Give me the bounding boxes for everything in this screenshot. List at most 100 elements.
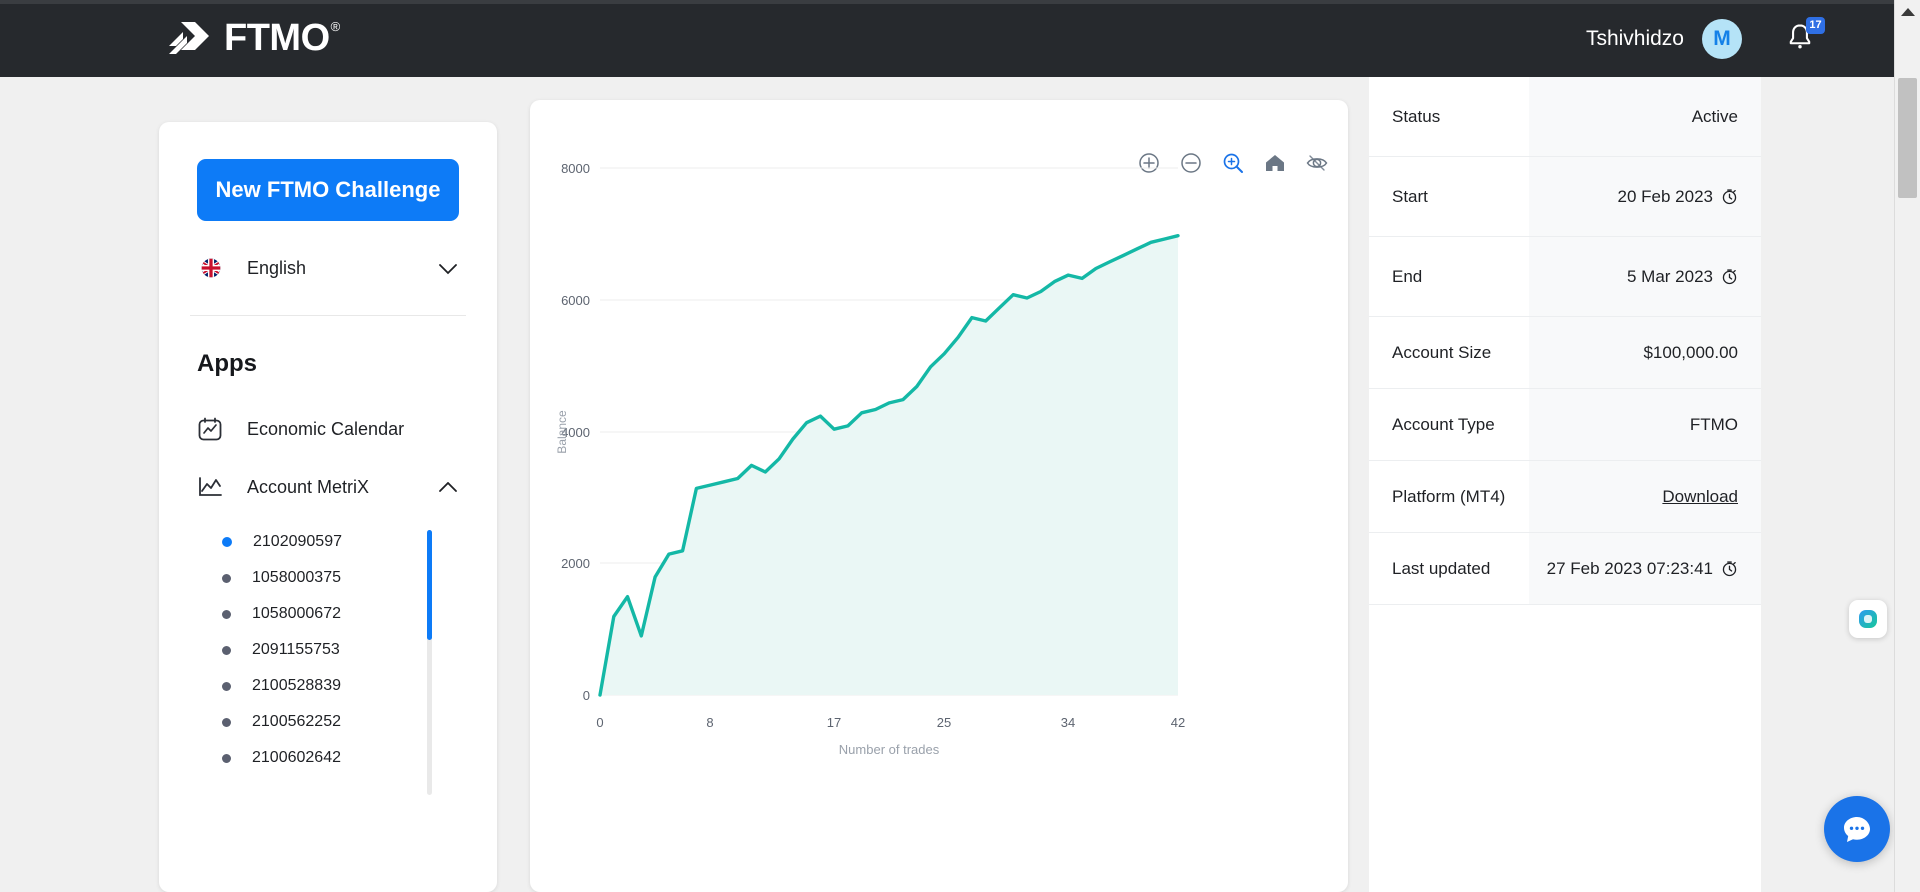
chart-x-axis-label: Number of trades xyxy=(839,742,940,757)
scrollbar-thumb[interactable] xyxy=(1898,78,1917,198)
balance-chart[interactable]: 8000 6000 4000 2000 0 Balance 0 8 17 25 … xyxy=(530,100,1348,892)
list-item[interactable]: 2102090597 xyxy=(159,524,497,560)
account-number: 2100562252 xyxy=(252,713,341,730)
x-tick-42: 42 xyxy=(1171,715,1185,730)
ftmo-logo[interactable]: FTMO ® xyxy=(167,18,340,58)
diamond-ring-icon xyxy=(1859,610,1877,628)
row-value: 27 Feb 2023 07:23:41 xyxy=(1529,533,1761,604)
row-label: Account Size xyxy=(1392,343,1492,362)
ftmo-logo-text: FTMO xyxy=(224,17,330,59)
list-item[interactable]: 2100562252 xyxy=(159,704,497,740)
row-value-text: FTMO xyxy=(1689,415,1738,434)
account-status-dot xyxy=(222,645,231,655)
chat-bubble-icon xyxy=(1844,817,1870,842)
account-status-dot xyxy=(222,537,232,547)
sidebar-item-economic-calendar[interactable]: Economic Calendar xyxy=(197,400,459,458)
y-tick-8000: 8000 xyxy=(561,161,590,176)
sidebar-divider xyxy=(190,315,466,316)
new-ftmo-challenge-button[interactable]: New FTMO Challenge xyxy=(197,159,459,221)
table-row: Status Active xyxy=(1369,77,1761,157)
calendar-chart-icon xyxy=(198,417,222,441)
row-value-text: $100,000.00 xyxy=(1643,343,1738,362)
y-tick-6000: 6000 xyxy=(561,293,590,308)
x-tick-17: 17 xyxy=(827,715,841,730)
row-value-text: 5 Mar 2023 xyxy=(1627,267,1713,286)
account-status-dot xyxy=(222,609,231,619)
account-number: 2091155753 xyxy=(252,641,340,658)
account-info-panel: Status Active Start 20 Feb 2023 End 5 Ma… xyxy=(1369,77,1761,892)
language-selector[interactable]: English xyxy=(197,221,459,315)
chat-support-button[interactable] xyxy=(1824,796,1890,862)
download-link[interactable]: Download xyxy=(1662,483,1738,510)
balance-chart-card: 8000 6000 4000 2000 0 Balance 0 8 17 25 … xyxy=(530,100,1348,892)
chart-area-fill xyxy=(600,235,1178,695)
y-tick-0: 0 xyxy=(583,688,590,703)
uk-flag-icon xyxy=(201,258,221,278)
account-status-dot xyxy=(222,717,231,727)
list-item[interactable]: 1058000672 xyxy=(159,596,497,632)
account-number: 1058000375 xyxy=(252,569,341,586)
chart-x-tick-labels: 0 8 17 25 34 42 xyxy=(596,715,1185,730)
browser-scrollbar[interactable] xyxy=(1894,0,1920,892)
ftmo-logo-mark xyxy=(169,22,209,54)
avatar[interactable]: M xyxy=(1702,18,1742,59)
chevron-down-icon xyxy=(439,264,457,275)
stopwatch-icon xyxy=(1722,189,1737,205)
row-value: FTMO xyxy=(1529,389,1761,460)
row-value: 20 Feb 2023 xyxy=(1529,157,1761,236)
row-value: Active xyxy=(1529,77,1761,156)
account-status-dot xyxy=(222,681,231,691)
row-value-text: 27 Feb 2023 07:23:41 xyxy=(1546,559,1713,578)
stopwatch-icon xyxy=(1722,561,1737,577)
apps-heading: Apps xyxy=(197,350,257,377)
table-row: End 5 Mar 2023 xyxy=(1369,237,1761,317)
list-item[interactable]: 2091155753 xyxy=(159,632,497,668)
account-list: 2102090597 1058000375 1058000672 2091155… xyxy=(159,524,497,795)
line-chart-icon xyxy=(199,477,222,496)
widget-launcher-button[interactable] xyxy=(1849,600,1887,638)
row-label: Platform (MT4) xyxy=(1392,487,1506,506)
row-label: Last updated xyxy=(1392,559,1491,578)
account-status-dot xyxy=(222,573,231,583)
row-value-text: 20 Feb 2023 xyxy=(1617,187,1713,206)
registered-mark: ® xyxy=(330,19,341,34)
account-number: 2102090597 xyxy=(253,533,342,550)
account-number: 2100602642 xyxy=(252,749,341,766)
table-row: Platform (MT4) Download xyxy=(1369,461,1761,533)
sidebar-item-label: Economic Calendar xyxy=(247,418,405,439)
row-value: Download xyxy=(1529,461,1761,532)
status-badge: Active xyxy=(1691,107,1738,126)
table-row: Last updated 27 Feb 2023 07:23:41 xyxy=(1369,533,1761,605)
notification-badge: 17 xyxy=(1806,16,1825,34)
username-label: Tshivhidzo xyxy=(1585,26,1684,50)
table-row: Start 20 Feb 2023 xyxy=(1369,157,1761,237)
x-tick-34: 34 xyxy=(1061,715,1075,730)
sidebar-panel: New FTMO Challenge English Apps Economic… xyxy=(159,122,497,892)
row-label: End xyxy=(1392,267,1423,286)
scrollbar-up-arrow-icon[interactable] xyxy=(1900,8,1915,16)
list-item[interactable]: 1058000375 xyxy=(159,560,497,596)
x-tick-0: 0 xyxy=(596,715,603,730)
chart-y-axis-label: Balance xyxy=(555,410,569,454)
x-tick-25: 25 xyxy=(937,715,951,730)
list-item[interactable]: 2100528839 xyxy=(159,668,497,704)
header-right-cluster: Tshivhidzo M 17 xyxy=(1585,0,1825,77)
row-label: Account Type xyxy=(1392,415,1495,434)
language-label: English xyxy=(247,257,307,278)
sidebar-item-account-metrix[interactable]: Account MetriX xyxy=(197,458,459,516)
app-header: FTMO ® Tshivhidzo M 17 xyxy=(0,0,1894,77)
chevron-up-icon xyxy=(439,481,457,492)
account-number: 2100528839 xyxy=(252,677,341,694)
table-row: Account Size $100,000.00 xyxy=(1369,317,1761,389)
row-value: $100,000.00 xyxy=(1529,317,1761,388)
stopwatch-icon xyxy=(1722,269,1737,285)
account-list-scrollbar-thumb[interactable] xyxy=(427,530,432,640)
row-label: Status xyxy=(1392,107,1441,126)
sidebar-item-label: Account MetriX xyxy=(247,476,370,497)
y-tick-2000: 2000 xyxy=(561,556,590,571)
notifications-button[interactable]: 17 xyxy=(1786,16,1825,56)
account-number: 1058000672 xyxy=(252,605,341,622)
row-label: Start xyxy=(1392,187,1428,206)
account-status-dot xyxy=(222,753,231,763)
list-item[interactable]: 2100602642 xyxy=(159,740,497,776)
